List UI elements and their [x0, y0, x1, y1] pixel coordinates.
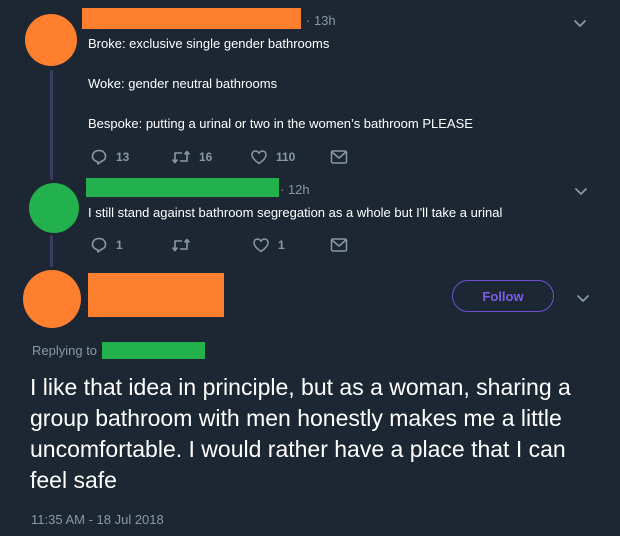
tweet-timestamp[interactable]: 11:35 AM - 18 Jul 2018 [31, 512, 164, 528]
thread-line-1 [50, 70, 53, 180]
reply-icon [91, 237, 107, 253]
retweet-button[interactable]: 16 [171, 148, 212, 166]
retweet-button[interactable] [171, 236, 199, 254]
reply-button[interactable]: 1 [90, 236, 123, 254]
avatar[interactable] [29, 183, 79, 233]
reply-count: 13 [116, 150, 130, 164]
avatar[interactable] [23, 270, 81, 328]
tweet-time[interactable]: · 13h [306, 13, 336, 29]
chevron-down-icon[interactable] [573, 183, 589, 199]
reply-icon [91, 149, 107, 165]
tweet-text-line: Woke: gender neutral bathrooms [88, 76, 278, 91]
follow-button[interactable]: Follow [452, 280, 554, 312]
retweet-icon [171, 150, 191, 164]
reply-button[interactable]: 13 [90, 148, 129, 166]
chevron-down-icon[interactable] [572, 15, 588, 31]
like-count: 1 [278, 238, 285, 252]
redacted-display-name[interactable] [88, 273, 224, 317]
tweet-text-line: Broke: exclusive single gender bathrooms [88, 36, 330, 51]
avatar[interactable] [25, 14, 77, 66]
main-tweet-text: I like that idea in principle, but as a … [30, 374, 571, 493]
redacted-reply-handle[interactable] [102, 342, 205, 359]
tweet-time[interactable]: · 12h [280, 182, 310, 198]
reply-count: 1 [116, 238, 123, 252]
chevron-down-icon[interactable] [575, 290, 591, 306]
message-icon[interactable] [330, 149, 348, 165]
tweet-text-line: Bespoke: putting a urinal or two in the … [88, 116, 473, 131]
like-button[interactable]: 110 [250, 148, 295, 166]
thread-line-2 [50, 235, 53, 267]
like-icon [253, 238, 269, 253]
tweet-text: I still stand against bathroom segregati… [88, 205, 503, 220]
redacted-username[interactable] [86, 178, 279, 197]
retweet-icon [171, 238, 191, 252]
like-count: 110 [276, 150, 296, 164]
like-button[interactable]: 1 [252, 236, 285, 254]
like-icon [251, 150, 267, 165]
replying-to-label: Replying to [32, 343, 98, 358]
retweet-count: 16 [199, 150, 213, 164]
message-icon[interactable] [330, 237, 348, 253]
redacted-username[interactable] [82, 8, 301, 29]
